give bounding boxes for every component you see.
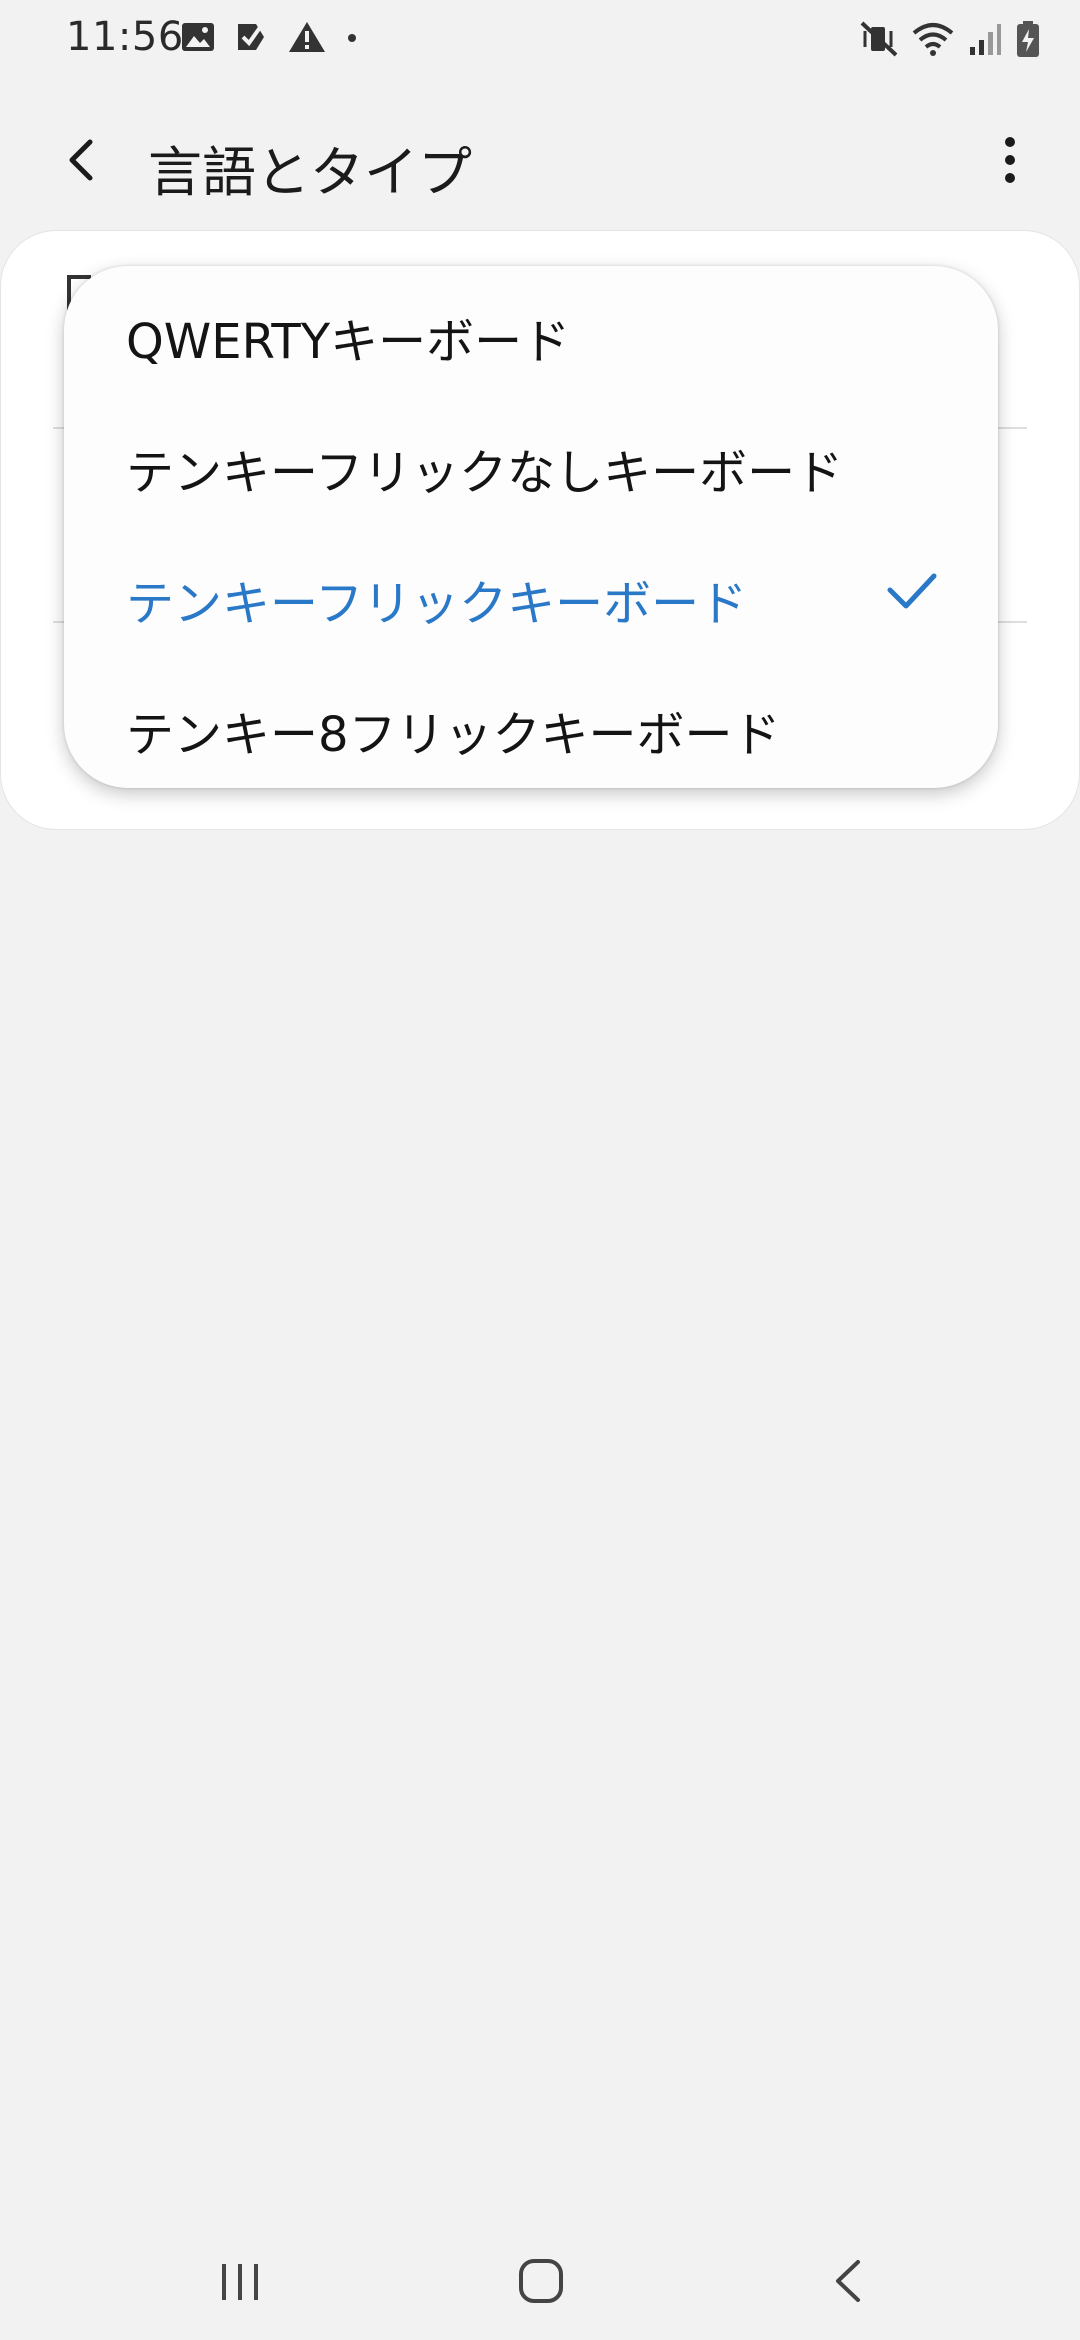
menu-item-tenkey-flick[interactable]: テンキーフリックキーボード — [64, 528, 998, 658]
menu-item-label: QWERTYキーボード — [126, 314, 571, 370]
recent-apps-button[interactable] — [212, 2258, 268, 2310]
menu-item-qwerty[interactable]: QWERTYキーボード — [64, 266, 998, 396]
recent-apps-icon — [222, 2264, 258, 2300]
status-time: 11:56 — [66, 14, 184, 60]
keyboard-type-popup: QWERTYキーボード テンキーフリックなしキーボード テンキーフリックキーボー… — [64, 266, 998, 788]
task-check-icon — [238, 24, 264, 50]
more-vertical-icon — [1005, 137, 1015, 183]
chevron-left-icon — [69, 139, 93, 181]
gallery-icon — [182, 23, 214, 51]
page-title: 言語とタイプ — [148, 141, 472, 204]
status-right-icons — [860, 20, 1040, 58]
dot-icon — [348, 34, 356, 42]
status-bar: 11:56 — [0, 0, 1080, 82]
home-button[interactable] — [516, 2256, 566, 2310]
check-icon — [887, 573, 937, 609]
navigation-bar — [0, 2220, 1080, 2340]
back-button[interactable] — [52, 130, 112, 190]
menu-item-tenkey-no-flick[interactable]: テンキーフリックなしキーボード — [64, 397, 998, 527]
wifi-icon — [912, 23, 954, 56]
vibrate-mute-icon — [860, 21, 898, 57]
more-options-button[interactable] — [980, 130, 1040, 190]
menu-item-label: テンキーフリックキーボード — [126, 576, 748, 632]
menu-item-label: テンキーフリックなしキーボード — [126, 445, 844, 501]
home-icon — [519, 2259, 563, 2303]
menu-item-tenkey-8flick[interactable]: テンキー8フリックキーボード — [64, 659, 998, 789]
menu-item-label: テンキー8フリックキーボード — [126, 707, 781, 763]
back-icon — [836, 2260, 860, 2302]
warning-icon — [289, 22, 325, 52]
signal-icon — [970, 24, 1001, 55]
battery-charging-icon — [1017, 21, 1039, 57]
system-back-button[interactable] — [824, 2256, 874, 2310]
status-left-icons — [180, 20, 360, 54]
app-bar: 言語とタイプ — [0, 110, 1080, 210]
